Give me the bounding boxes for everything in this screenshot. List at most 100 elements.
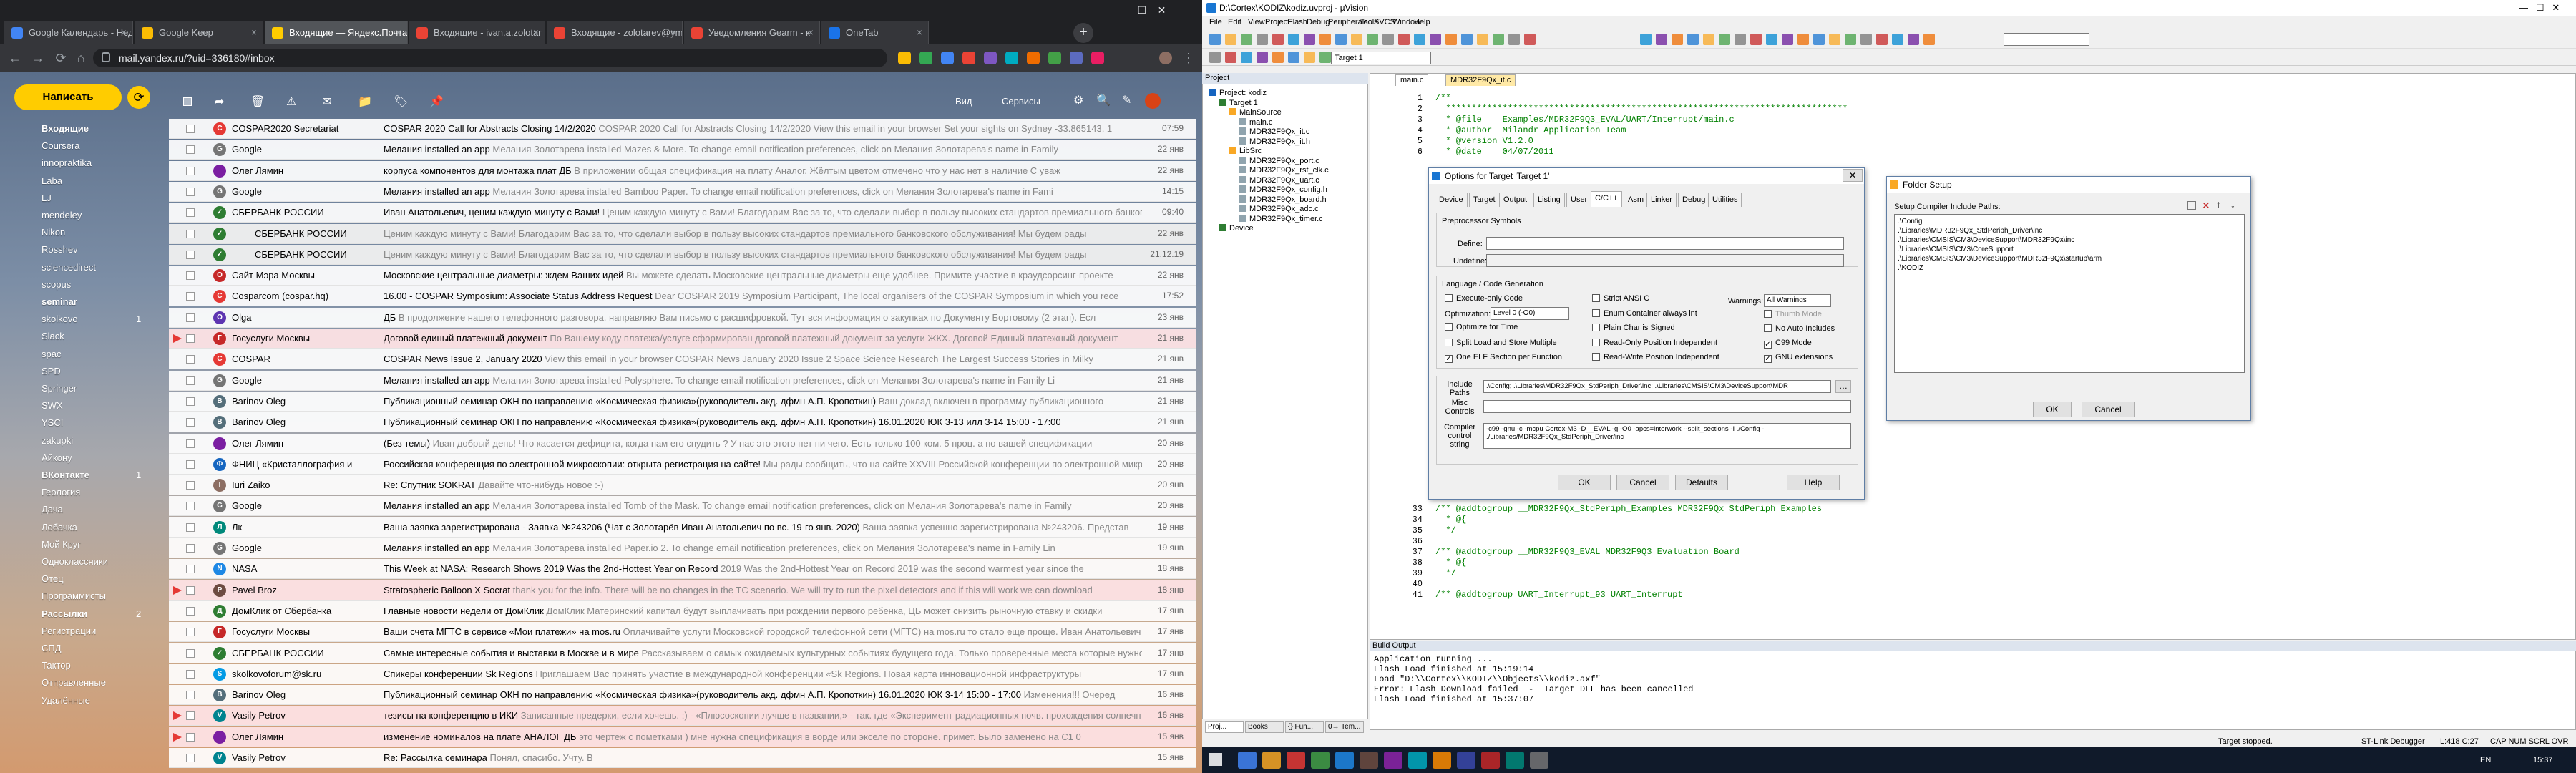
dialog-tab[interactable]: Asm	[1624, 193, 1648, 207]
message-row[interactable]: N NASA This Week at NASA: Research Shows 2…	[169, 559, 1196, 580]
message-row[interactable]: G Google Мелания installed an app Мелания …	[169, 140, 1196, 160]
toolbar-button-icon[interactable]	[1735, 34, 1746, 45]
folder-item[interactable]: zakupki	[42, 435, 73, 446]
row-checkbox[interactable]	[186, 187, 195, 196]
message-row[interactable]: Л Лк Ваша заявка зарегистрирована - Заявка…	[169, 517, 1196, 538]
browse-include-button[interactable]: …	[1835, 380, 1851, 393]
message-row[interactable]: Олег Лямин (Без темы) Иван добрый день! Ч…	[169, 433, 1196, 454]
extension-icon[interactable]	[1027, 52, 1040, 64]
build-button-icon[interactable]	[1209, 52, 1221, 63]
toolbar-button-icon[interactable]	[1209, 34, 1221, 45]
tree-item[interactable]: MDR32F9Qx_adc.c	[1239, 205, 1319, 213]
row-checkbox[interactable]	[186, 732, 195, 742]
extension-icon[interactable]	[962, 52, 975, 64]
taskbar-app-icon[interactable]	[1360, 752, 1378, 769]
folder-item[interactable]: Отправленные	[42, 677, 106, 688]
folder-item[interactable]: seminar	[42, 296, 77, 307]
search-icon[interactable]: 🔍	[1096, 93, 1111, 107]
row-checkbox[interactable]	[186, 585, 195, 595]
toolbar-button-icon[interactable]	[1876, 34, 1888, 45]
new-folder-icon[interactable]	[2187, 201, 2196, 210]
row-checkbox[interactable]	[186, 754, 195, 762]
spam-icon[interactable]: ⚠	[286, 94, 296, 109]
message-row[interactable]: V Vasily Petrov Re: Рассылка семинара Поня…	[169, 748, 1196, 768]
checkbox-option[interactable]: ✓ GNU extensions	[1764, 353, 1833, 363]
extension-icon[interactable]	[919, 52, 932, 64]
checkbox[interactable]: ✓	[1445, 355, 1453, 363]
toolbar-button-icon[interactable]	[1845, 34, 1856, 45]
checkbox-option[interactable]: ✓ C99 Mode	[1764, 339, 1812, 349]
ok-button[interactable]: OK	[1558, 475, 1611, 490]
folder-item[interactable]: skolkovo	[42, 313, 78, 324]
tree-item[interactable]: main.c	[1239, 117, 1272, 127]
checkbox-option[interactable]: Plain Char is Signed	[1592, 324, 1675, 332]
folder-item[interactable]: Дача	[42, 504, 63, 515]
checkbox[interactable]: ✓	[1764, 341, 1772, 349]
row-checkbox[interactable]	[186, 711, 195, 721]
checkbox[interactable]	[1592, 338, 1600, 346]
compose-small-icon[interactable]: ✎	[1122, 93, 1131, 107]
taskbar-app-icon[interactable]	[1335, 752, 1354, 769]
tree-item[interactable]: MDR32F9Qx_timer.c	[1239, 214, 1323, 223]
checkbox-option[interactable]: No Auto Includes	[1764, 324, 1835, 333]
message-row[interactable]: I Iuri Zaiko Re: Спутник SOKRAT Давайте чт…	[169, 475, 1196, 496]
back-icon[interactable]: ←	[6, 49, 24, 67]
dialog-tab[interactable]: User	[1566, 193, 1592, 207]
user-avatar[interactable]	[1145, 93, 1161, 109]
misc-input[interactable]	[1483, 400, 1851, 413]
toolbar-button-icon[interactable]	[1225, 34, 1236, 45]
delete-icon[interactable]: 🗑	[250, 94, 265, 109]
message-row[interactable]: G Google Мелания installed an app Мелания …	[169, 370, 1196, 391]
message-row[interactable]: Д ДомКлик от Сбербанка Главные новости нед…	[169, 601, 1196, 621]
build-button-icon[interactable]	[1288, 52, 1299, 63]
browser-tab[interactable]: Google Календарь - Недел ×	[4, 21, 133, 44]
folder-item[interactable]: Coursera	[42, 140, 79, 151]
warnings-select[interactable]: All Warnings	[1764, 294, 1831, 307]
menu-item[interactable]: View	[1248, 18, 1265, 26]
row-checkbox[interactable]	[186, 522, 195, 532]
toolbar-button-icon[interactable]	[1766, 34, 1777, 45]
row-checkbox[interactable]	[186, 418, 195, 427]
row-checkbox[interactable]	[186, 628, 195, 637]
close-icon[interactable]: ×	[121, 26, 127, 38]
tree-item[interactable]: Device	[1219, 224, 1254, 233]
dialog-tab[interactable]: Device	[1435, 193, 1468, 207]
folder-item[interactable]: Rosshev	[42, 244, 78, 255]
message-row[interactable]: V Vasily Petrov тезисы на конференцию в ИК…	[169, 706, 1196, 726]
row-checkbox[interactable]	[186, 166, 195, 175]
include-paths-input[interactable]: .\Config; .\Libraries\MDR32F9Qx_StdPerip…	[1483, 380, 1831, 393]
refresh-icon[interactable]: ⟳	[127, 86, 150, 109]
toolbar-button-icon[interactable]	[1703, 34, 1714, 45]
forward-mail-icon[interactable]: ➦	[215, 94, 224, 109]
folder-cancel-button[interactable]: Cancel	[2082, 402, 2135, 417]
tree-item[interactable]: MDR32F9Qx_config.h	[1239, 185, 1327, 194]
folder-item[interactable]: Удалённые	[42, 695, 90, 706]
folder-item[interactable]: innopraktika	[42, 157, 92, 168]
folder-item[interactable]: Отец	[42, 573, 64, 584]
include-path-item[interactable]: .\Libraries\CMSIS\CM3\CoreSupport	[1898, 245, 2014, 253]
taskbar-app-icon[interactable]	[1506, 752, 1524, 769]
browser-tab[interactable]: Google Keep ×	[135, 21, 263, 44]
folder-item[interactable]: ВКонтакте	[42, 470, 89, 480]
toolbar-button-icon[interactable]	[1351, 34, 1362, 45]
tree-item[interactable]: MDR32F9Qx_rst_clk.c	[1239, 166, 1329, 175]
help-button[interactable]: Help	[1787, 475, 1840, 490]
dialog-tab[interactable]: Output	[1499, 193, 1532, 207]
checkbox-option[interactable]: Enum Container always int	[1592, 308, 1697, 318]
checkbox-option[interactable]: Thumb Mode	[1764, 310, 1822, 319]
menu-icon[interactable]: ⋮	[1179, 49, 1198, 67]
row-checkbox[interactable]	[186, 125, 195, 133]
toolbar-button-icon[interactable]	[1304, 34, 1315, 45]
taskbar-app-icon[interactable]	[1408, 752, 1427, 769]
compiler-string[interactable]: -c99 -gnu -c -mcpu Cortex-M3 -D__EVAL -g…	[1483, 423, 1851, 449]
important-flag-icon[interactable]	[173, 732, 182, 742]
build-button-icon[interactable]	[1225, 52, 1236, 63]
checkbox[interactable]	[1764, 310, 1772, 318]
taskbar-app-icon[interactable]	[1384, 752, 1402, 769]
extension-icon[interactable]	[1048, 52, 1061, 64]
message-row[interactable]: O Olga ДБ В продолжение нашего телефонного…	[169, 307, 1196, 328]
toolbar-button-icon[interactable]	[1672, 34, 1683, 45]
move-down-icon[interactable]: ↓	[2230, 198, 2235, 210]
toolbar-button-icon[interactable]	[1445, 34, 1457, 45]
row-checkbox[interactable]	[186, 397, 195, 406]
